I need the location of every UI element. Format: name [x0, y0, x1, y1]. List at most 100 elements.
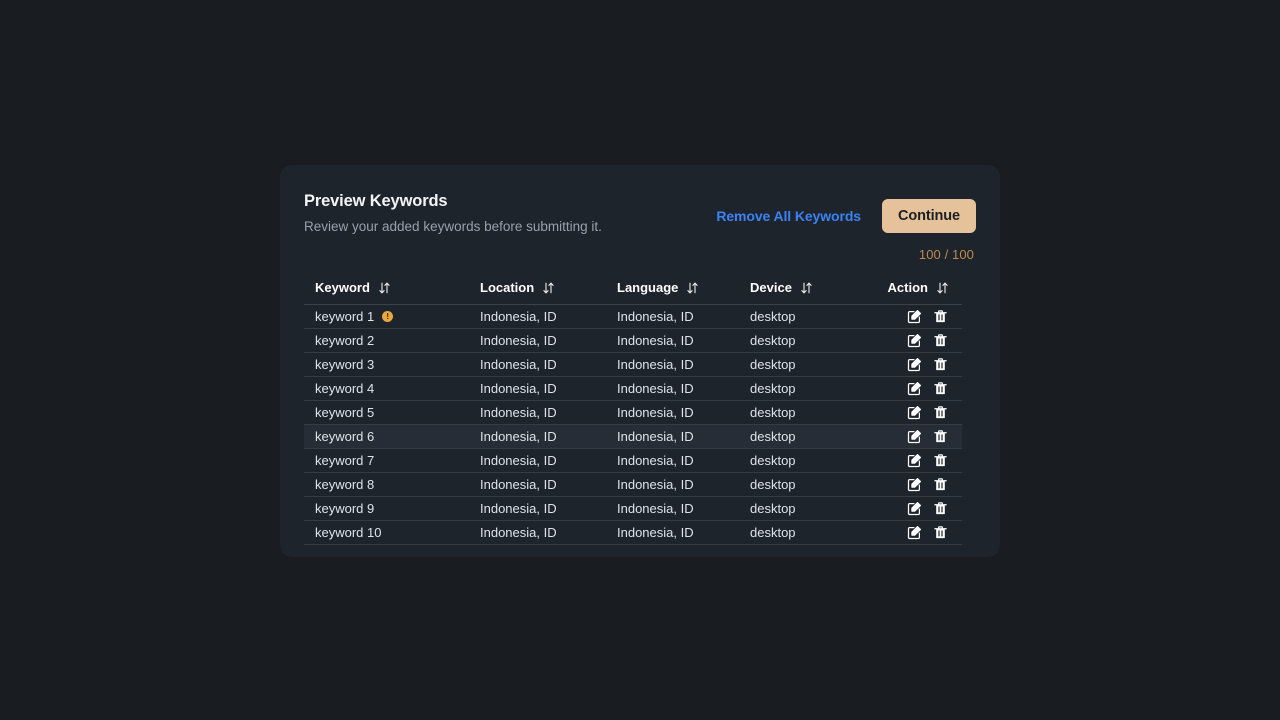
cell-location: Indonesia, ID	[480, 424, 617, 449]
delete-icon[interactable]	[933, 525, 948, 540]
cell-keyword: keyword 7	[304, 448, 480, 473]
keyword-text: keyword 6	[315, 429, 375, 444]
sort-icon[interactable]	[687, 282, 699, 294]
table-row[interactable]: keyword 1! Indonesia, ID Indonesia, ID desk…	[304, 304, 962, 329]
delete-icon[interactable]	[933, 429, 948, 444]
keyword-text: keyword 9	[315, 501, 375, 516]
column-header-location[interactable]: Location	[480, 280, 617, 305]
card-header: Preview Keywords Review your added keywo…	[304, 189, 976, 236]
edit-icon[interactable]	[907, 429, 922, 444]
table-row[interactable]: keyword 9 Indonesia, ID Indonesia, ID deskt…	[304, 496, 962, 521]
keyword-text: keyword 4	[315, 381, 375, 396]
remove-all-keywords-link[interactable]: Remove All Keywords	[716, 208, 861, 224]
sort-icon[interactable]	[379, 282, 390, 294]
table-row[interactable]: keyword 10 Indonesia, ID Indonesia, ID desk…	[304, 520, 962, 545]
cell-location: Indonesia, ID	[480, 352, 617, 377]
table-row[interactable]: keyword 2 Indonesia, ID Indonesia, ID deskt…	[304, 328, 962, 353]
cell-action	[881, 520, 962, 545]
device-text: desktop	[750, 381, 796, 396]
row-actions	[881, 501, 962, 516]
location-text: Indonesia, ID	[480, 453, 557, 468]
table-row[interactable]: keyword 8 Indonesia, ID Indonesia, ID deskt…	[304, 472, 962, 497]
sort-icon[interactable]	[543, 282, 554, 294]
row-actions	[881, 477, 962, 492]
cell-language: Indonesia, ID	[617, 352, 750, 377]
column-header-keyword[interactable]: Keyword	[304, 280, 480, 305]
table-row[interactable]: keyword 3 Indonesia, ID Indonesia, ID deskt…	[304, 352, 962, 377]
delete-icon[interactable]	[933, 357, 948, 372]
device-text: desktop	[750, 525, 796, 540]
column-header-device[interactable]: Device	[750, 280, 881, 305]
table-row[interactable]: keyword 7 Indonesia, ID Indonesia, ID deskt…	[304, 448, 962, 473]
cell-language: Indonesia, ID	[617, 376, 750, 401]
column-header-action[interactable]: Action	[881, 280, 962, 305]
cell-device: desktop	[750, 304, 881, 329]
column-header-label: Language	[617, 280, 679, 295]
edit-icon[interactable]	[907, 309, 922, 324]
edit-icon[interactable]	[907, 381, 922, 396]
cell-keyword: keyword 9	[304, 496, 480, 521]
edit-icon[interactable]	[907, 405, 922, 420]
row-actions	[881, 525, 962, 540]
location-text: Indonesia, ID	[480, 477, 557, 492]
location-text: Indonesia, ID	[480, 309, 557, 324]
header-actions: Remove All Keywords Continue	[716, 189, 976, 233]
warning-icon[interactable]: !	[382, 311, 394, 322]
table-row[interactable]: keyword 5 Indonesia, ID Indonesia, ID deskt…	[304, 400, 962, 425]
cell-location: Indonesia, ID	[480, 472, 617, 497]
device-text: desktop	[750, 453, 796, 468]
location-text: Indonesia, ID	[480, 333, 557, 348]
sort-icon[interactable]	[801, 282, 812, 294]
table-header-row: Keyword Location Language Device Action	[304, 280, 962, 305]
keyword-text: keyword 2	[315, 333, 375, 348]
row-actions	[881, 357, 962, 372]
edit-icon[interactable]	[907, 333, 922, 348]
edit-icon[interactable]	[907, 477, 922, 492]
column-header-inner: Location	[480, 280, 617, 295]
cell-action	[881, 424, 962, 449]
cell-device: desktop	[750, 400, 881, 425]
keyword-cell-content: keyword 2	[315, 333, 480, 348]
continue-button[interactable]: Continue	[881, 199, 976, 233]
keyword-text: keyword 3	[315, 357, 375, 372]
cell-action	[881, 496, 962, 521]
location-text: Indonesia, ID	[480, 501, 557, 516]
delete-icon[interactable]	[933, 381, 948, 396]
cell-keyword: keyword 10	[304, 520, 480, 545]
delete-icon[interactable]	[933, 501, 948, 516]
keyword-text: keyword 8	[315, 477, 375, 492]
delete-icon[interactable]	[933, 453, 948, 468]
delete-icon[interactable]	[933, 405, 948, 420]
keyword-text: keyword 7	[315, 453, 375, 468]
cell-language: Indonesia, ID	[617, 328, 750, 353]
keyword-cell-content: keyword 4	[315, 381, 480, 396]
cell-keyword: keyword 5	[304, 400, 480, 425]
row-actions	[881, 453, 962, 468]
device-text: desktop	[750, 477, 796, 492]
column-header-language[interactable]: Language	[617, 280, 750, 305]
column-header-inner: Language	[617, 280, 750, 295]
edit-icon[interactable]	[907, 453, 922, 468]
keyword-cell-content: keyword 3	[315, 357, 480, 372]
table-row[interactable]: keyword 6 Indonesia, ID Indonesia, ID deskt…	[304, 424, 962, 449]
language-text: Indonesia, ID	[617, 453, 694, 468]
keyword-counter: 100 / 100	[918, 247, 974, 262]
cell-location: Indonesia, ID	[480, 496, 617, 521]
delete-icon[interactable]	[933, 333, 948, 348]
cell-location: Indonesia, ID	[480, 448, 617, 473]
cell-device: desktop	[750, 424, 881, 449]
table-row[interactable]: keyword 4 Indonesia, ID Indonesia, ID deskt…	[304, 376, 962, 401]
edit-icon[interactable]	[907, 357, 922, 372]
sort-icon[interactable]	[937, 282, 948, 294]
keyword-text: keyword 5	[315, 405, 375, 420]
edit-icon[interactable]	[907, 501, 922, 516]
column-header-inner: Keyword	[304, 280, 480, 295]
keywords-table: Keyword Location Language Device Action keyw…	[304, 280, 962, 545]
delete-icon[interactable]	[933, 309, 948, 324]
edit-icon[interactable]	[907, 525, 922, 540]
delete-icon[interactable]	[933, 477, 948, 492]
cell-action	[881, 400, 962, 425]
column-header-inner: Action	[881, 280, 962, 295]
cell-keyword: keyword 4	[304, 376, 480, 401]
cell-language: Indonesia, ID	[617, 448, 750, 473]
